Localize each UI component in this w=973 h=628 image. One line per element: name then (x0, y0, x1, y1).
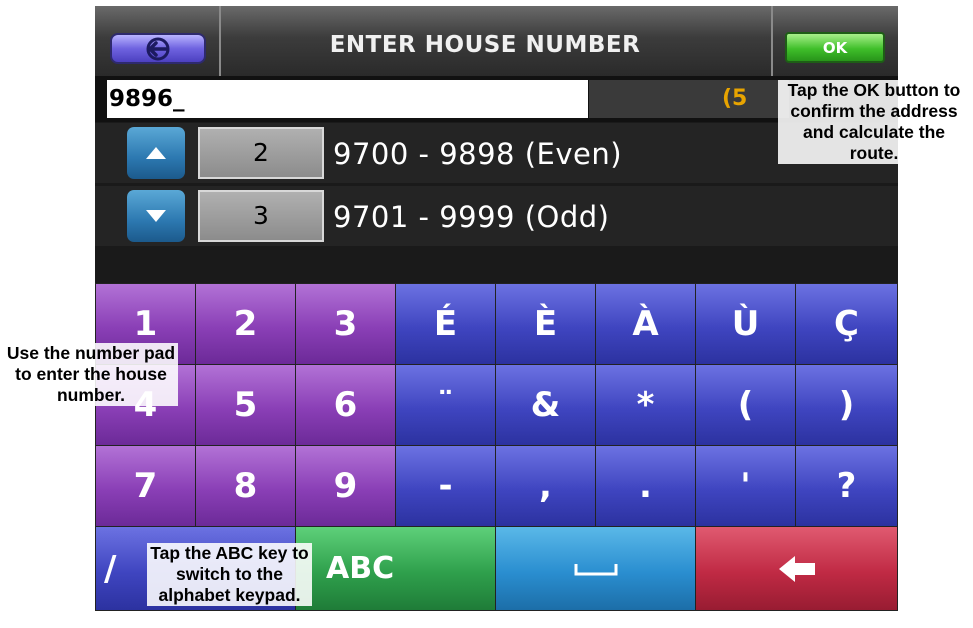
triangle-up-icon (146, 147, 166, 159)
backspace-key[interactable] (695, 526, 898, 611)
house-number-input[interactable]: 9896_ (107, 80, 588, 118)
key-question[interactable]: ? (795, 445, 898, 527)
callout-number-pad-instruction: Use the number pad to enter the house nu… (4, 343, 178, 406)
key-8[interactable]: 8 (195, 445, 296, 527)
abc-key[interactable]: ABC (295, 526, 496, 611)
range-count: 2 (198, 127, 324, 179)
range-label: 9700 - 9898 (Even) (333, 137, 623, 171)
key-9[interactable]: 9 (295, 445, 396, 527)
triangle-down-icon (146, 210, 166, 222)
result-count-badge: (5 (722, 86, 748, 111)
header-divider (771, 6, 773, 76)
key-5[interactable]: 5 (195, 364, 296, 446)
key-comma[interactable]: , (495, 445, 596, 527)
range-row-odd[interactable]: 3 9701 - 9999 (Odd) (95, 186, 898, 246)
page-title: ENTER HOUSE NUMBER (329, 32, 641, 58)
input-extension (589, 80, 789, 118)
header-bar: ENTER HOUSE NUMBER OK (95, 6, 898, 76)
key-apostrophe[interactable]: ' (695, 445, 796, 527)
callout-ok-instruction: Tap the OK button to confirm the address… (778, 80, 970, 164)
key-e-acute[interactable]: É (395, 283, 496, 365)
ok-button[interactable]: OK (785, 32, 885, 63)
space-bar-icon (574, 563, 617, 575)
key-left-paren[interactable]: ( (695, 364, 796, 446)
back-arrow-icon (146, 37, 170, 60)
key-period[interactable]: . (595, 445, 696, 527)
scroll-down-button[interactable] (127, 190, 185, 242)
key-c-cedilla[interactable]: Ç (795, 283, 898, 365)
range-count: 3 (198, 190, 324, 242)
key-e-grave[interactable]: È (495, 283, 596, 365)
key-a-grave[interactable]: À (595, 283, 696, 365)
space-key[interactable] (495, 526, 696, 611)
backspace-arrow-icon (778, 555, 815, 582)
key-ampersand[interactable]: & (495, 364, 596, 446)
key-7[interactable]: 7 (95, 445, 196, 527)
key-2[interactable]: 2 (195, 283, 296, 365)
back-button[interactable] (110, 33, 206, 64)
key-u-grave[interactable]: Ù (695, 283, 796, 365)
key-hyphen[interactable]: - (395, 445, 496, 527)
key-diaeresis[interactable]: ¨ (395, 364, 496, 446)
callout-abc-instruction: Tap the ABC key to switch to the alphabe… (147, 543, 312, 606)
range-label: 9701 - 9999 (Odd) (333, 200, 610, 234)
key-6[interactable]: 6 (295, 364, 396, 446)
key-3[interactable]: 3 (295, 283, 396, 365)
key-asterisk[interactable]: * (595, 364, 696, 446)
scroll-up-button[interactable] (127, 127, 185, 179)
key-right-paren[interactable]: ) (795, 364, 898, 446)
